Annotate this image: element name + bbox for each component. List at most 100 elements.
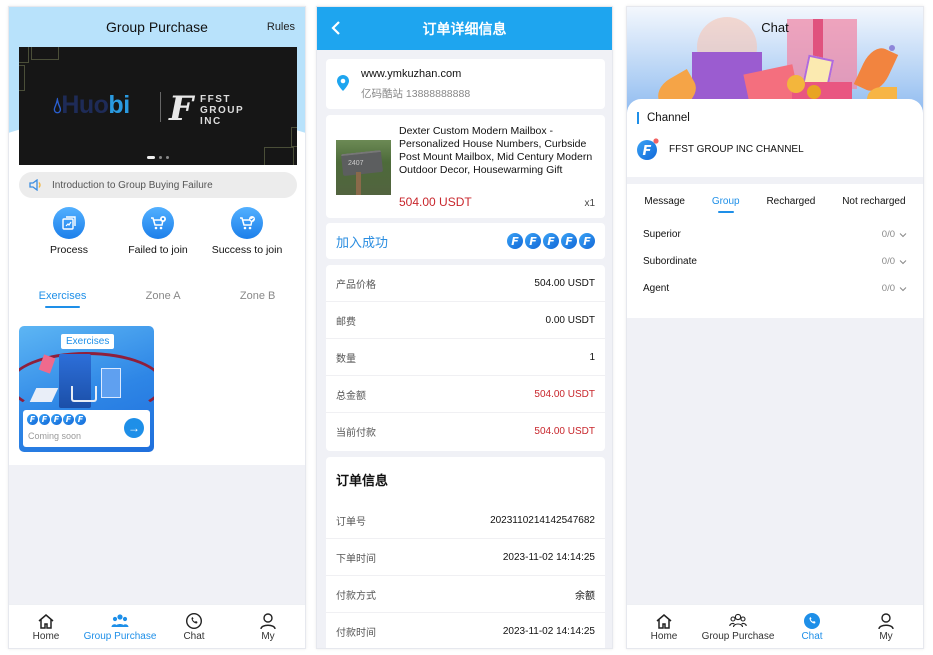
carousel-indicators xyxy=(19,156,297,159)
tab-my[interactable]: My xyxy=(231,612,305,642)
tab-group-purchase[interactable]: Group Purchase xyxy=(701,612,775,642)
chevron-down-icon xyxy=(899,286,907,291)
tab-exercises[interactable]: Exercises xyxy=(39,290,86,308)
exercise-tag: Exercises xyxy=(61,334,115,349)
failed-to-join-button[interactable]: Failed to join xyxy=(116,207,200,256)
cart-success-icon xyxy=(240,216,255,230)
summary-key: 邮费 xyxy=(336,316,356,328)
ffst-channel-avatar[interactable]: F xyxy=(636,137,660,161)
product-quantity: x1 xyxy=(584,198,595,209)
group-row-subordinate[interactable]: Subordinate 0/0 xyxy=(627,248,923,275)
summary-row: 数量 1 xyxy=(326,339,605,376)
page-header: 订单详细信息 xyxy=(317,7,612,50)
zone-panel: Exercises Zone A Zone B Exercises F F F … xyxy=(9,275,305,465)
tab-chat[interactable]: Chat xyxy=(157,612,231,642)
join-status-card: 加入成功 F F F F F xyxy=(326,223,605,259)
notice-bar[interactable]: Introduction to Group Buying Failure xyxy=(19,172,297,198)
summary-row: 邮费 0.00 USDT xyxy=(326,302,605,339)
group-icon xyxy=(111,613,129,627)
count-text: 0/0 xyxy=(881,256,895,267)
product-card[interactable]: 2407 Dexter Custom Modern Mailbox - Pers… xyxy=(326,115,605,218)
order-detail-screen: 订单详细信息 www.ymkuzhan.com 亿码酷站 13888888888… xyxy=(316,6,613,649)
group-row-label: Subordinate xyxy=(643,256,697,267)
home-icon xyxy=(656,613,672,629)
order-info-title: 订单信息 xyxy=(336,473,389,488)
summary-value-total: 504.00 USDT xyxy=(534,388,595,400)
tab-label: My xyxy=(261,630,275,642)
hero-coin xyxy=(807,85,821,99)
summary-key: 产品价格 xyxy=(336,279,376,291)
arrow-right-icon[interactable]: → xyxy=(124,418,144,438)
illustration-cart xyxy=(71,386,97,402)
process-button[interactable]: Process xyxy=(27,207,111,256)
bottom-tab-bar: Home Group Purchase Chat My xyxy=(627,604,923,648)
ffst-coin-icon: F xyxy=(63,414,74,425)
carousel-dot[interactable] xyxy=(159,156,162,159)
exercise-card[interactable]: Exercises F F F F F Coming soon → xyxy=(19,326,154,452)
tab-label: Chat xyxy=(183,630,205,642)
group-row-label: Superior xyxy=(643,229,681,240)
tab-label: Home xyxy=(650,630,678,642)
tab-home[interactable]: Home xyxy=(627,612,701,642)
order-time: 2023-11-02 14:14:25 xyxy=(502,551,595,563)
order-info-key: 订单号 xyxy=(336,516,366,528)
illustration-screen xyxy=(101,368,121,398)
user-icon xyxy=(260,612,276,629)
channel-name[interactable]: FFST GROUP INC CHANNEL xyxy=(669,144,804,155)
success-to-join-button[interactable]: Success to join xyxy=(205,207,289,256)
tab-group-purchase[interactable]: Group Purchase xyxy=(83,612,157,642)
group-tabs: Message Group Recharged Not recharged xyxy=(627,184,923,213)
order-info-row: 付款方式 余额 xyxy=(326,576,605,613)
tab-group[interactable]: Group xyxy=(712,196,740,213)
tab-message[interactable]: Message xyxy=(644,196,685,213)
coin-row: F F F F F xyxy=(507,233,595,249)
logo-separator xyxy=(160,92,161,122)
process-icon xyxy=(62,216,76,230)
tab-chat[interactable]: Chat xyxy=(775,612,849,642)
group-row-agent[interactable]: Agent 0/0 xyxy=(627,275,923,302)
ffst-line: INC xyxy=(200,116,222,127)
chat-icon xyxy=(804,612,820,629)
hero-coin xyxy=(787,75,805,93)
channel-title: Channel xyxy=(637,112,690,124)
bottom-tab-bar: Home Group Purchase Chat My xyxy=(9,604,305,648)
ffst-line: GROUP xyxy=(200,105,245,116)
tab-zone-b[interactable]: Zone B xyxy=(240,290,275,308)
tab-home[interactable]: Home xyxy=(9,612,83,642)
mailbox-number: 2407 xyxy=(348,160,364,167)
order-info-key: 付款方式 xyxy=(336,590,376,602)
address-card[interactable]: www.ymkuzhan.com 亿码酷站 13888888888 xyxy=(326,59,605,109)
payment-method: 余额 xyxy=(575,590,595,602)
process-label: Process xyxy=(50,244,88,256)
rules-link[interactable]: Rules xyxy=(267,21,295,33)
banner-carousel[interactable]: 💧︎Huobi F FFST GROUP INC xyxy=(19,47,297,165)
unread-badge xyxy=(653,138,659,144)
group-row-count: 0/0 xyxy=(882,256,907,267)
group-row-superior[interactable]: Superior 0/0 xyxy=(627,221,923,248)
zone-tabs: Exercises Zone A Zone B xyxy=(9,275,305,308)
tab-not-recharged[interactable]: Not recharged xyxy=(842,196,905,213)
page-header: Group Purchase xyxy=(9,7,305,47)
huobi-text: Huo xyxy=(61,91,109,119)
huobi-logo: 💧︎Huobi xyxy=(53,91,130,119)
carousel-dot[interactable] xyxy=(166,156,169,159)
tab-zone-a[interactable]: Zone A xyxy=(146,290,181,308)
chevron-left-icon[interactable] xyxy=(329,19,343,37)
page-title: 订单详细信息 xyxy=(422,20,507,37)
circuit-decoration xyxy=(31,47,59,60)
ffst-logo-text: FFST GROUP INC xyxy=(200,94,244,127)
order-info-row: 订单号 2023110214142547682 xyxy=(326,502,605,539)
ffst-coin-icon: F xyxy=(39,414,50,425)
group-purchase-screen: Group Purchase Rules 💧︎Huobi F FFST GROU… xyxy=(8,6,306,649)
page-title: Group Purchase xyxy=(106,19,208,35)
ffst-coin-icon: F xyxy=(507,233,523,249)
exercise-status: Coming soon xyxy=(28,431,82,441)
circuit-decoration xyxy=(19,47,29,63)
tab-recharged[interactable]: Recharged xyxy=(766,196,815,213)
quick-actions: Process Failed to join Success to join xyxy=(19,207,297,256)
carousel-dot-active[interactable] xyxy=(147,156,155,159)
tab-label: Group Purchase xyxy=(83,630,157,642)
ffst-coin-icon: F xyxy=(75,414,86,425)
tab-my[interactable]: My xyxy=(849,612,923,642)
